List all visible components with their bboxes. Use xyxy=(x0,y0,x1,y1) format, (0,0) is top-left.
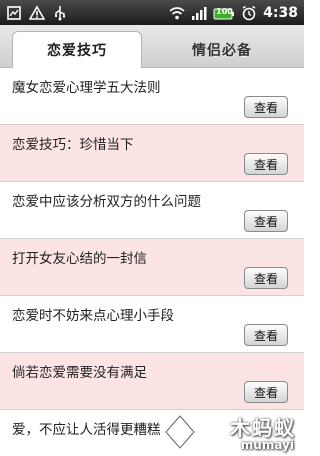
battery-icon: 100 xyxy=(213,6,235,20)
article-list: 魔女恋爱心理学五大法则 查看 恋爱技巧：珍惜当下 查看 恋爱中应该分析双方的什么… xyxy=(0,68,304,456)
list-item-title: 恋爱中应该分析双方的什么问题 xyxy=(12,194,201,210)
list-item-title: 魔女恋爱心理学五大法则 xyxy=(12,80,161,96)
view-button[interactable]: 查看 xyxy=(244,381,288,403)
signal-icon xyxy=(191,5,207,21)
view-button[interactable]: 查看 xyxy=(244,96,288,118)
list-item-title: 爱，不应让人活得更糟糕 xyxy=(12,422,161,438)
tab-bar: 恋爱技巧 情侣必备 xyxy=(0,25,304,68)
list-item[interactable]: 恋爱中应该分析双方的什么问题 查看 xyxy=(0,182,304,239)
warning-icon xyxy=(28,4,46,21)
wifi-icon xyxy=(169,5,185,21)
status-time: 4:38 xyxy=(263,4,298,21)
list-item-title: 打开女友心结的一封信 xyxy=(12,251,147,267)
status-bar: 100 4:38 xyxy=(0,0,304,25)
list-item[interactable]: 倘若恋爱需要没有满足 查看 xyxy=(0,353,304,410)
tab-couple-essentials[interactable]: 情侣必备 xyxy=(152,31,292,68)
usb-icon xyxy=(52,5,68,21)
view-button[interactable]: 查看 xyxy=(244,324,288,346)
view-button[interactable]: 查看 xyxy=(244,210,288,232)
list-item[interactable]: 爱，不应让人活得更糟糕 xyxy=(0,410,304,456)
tab-love-tips[interactable]: 恋爱技巧 xyxy=(12,31,142,68)
sd-card-icon xyxy=(6,5,22,21)
list-item[interactable]: 魔女恋爱心理学五大法则 查看 xyxy=(0,68,304,125)
alarm-icon xyxy=(241,5,257,21)
view-button[interactable]: 查看 xyxy=(244,267,288,289)
list-item[interactable]: 打开女友心结的一封信 查看 xyxy=(0,239,304,296)
list-item[interactable]: 恋爱时不妨来点心理小手段 查看 xyxy=(0,296,304,353)
list-item-title: 恋爱技巧：珍惜当下 xyxy=(12,137,134,153)
list-item[interactable]: 恋爱技巧：珍惜当下 查看 xyxy=(0,125,304,182)
view-button[interactable]: 查看 xyxy=(244,153,288,175)
list-item-title: 倘若恋爱需要没有满足 xyxy=(12,365,147,381)
battery-level: 100 xyxy=(216,6,233,16)
list-item-title: 恋爱时不妨来点心理小手段 xyxy=(12,308,174,324)
